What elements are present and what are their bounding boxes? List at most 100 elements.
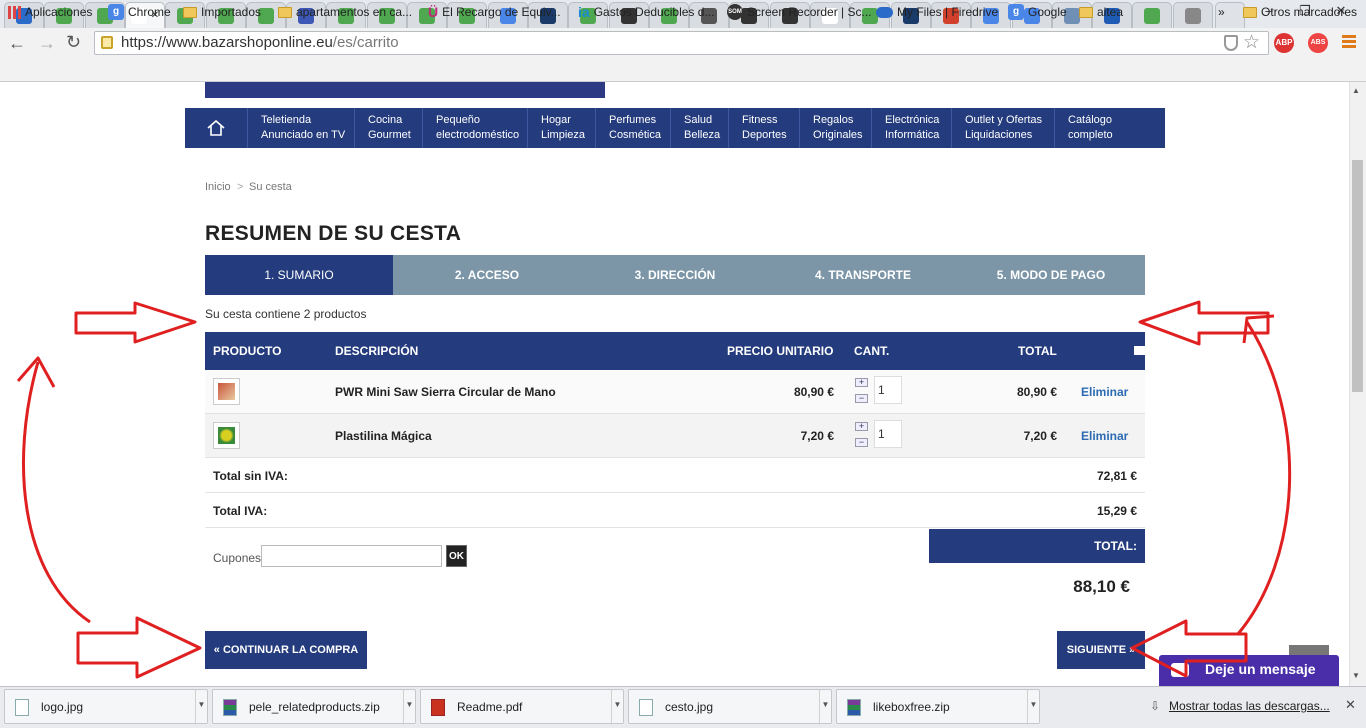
download-item[interactable]: logo.jpg ▼ <box>4 689 208 724</box>
download-item[interactable]: pele_relatedproducts.zip ▼ <box>212 689 416 724</box>
nav-item-line2: Cosmética <box>609 129 661 141</box>
browser-tab[interactable] <box>1172 2 1213 28</box>
nav-item[interactable]: Hogar Limpieza <box>527 108 595 148</box>
qty-decrease-button[interactable]: − <box>855 438 868 447</box>
coupon-label: Cupones <box>213 551 262 565</box>
nav-item[interactable]: Fitness Deportes <box>728 108 799 148</box>
nav-item[interactable]: Salud Belleza <box>670 108 728 148</box>
bookmark-google[interactable]: g Google <box>1008 4 1067 20</box>
folder-icon <box>1243 6 1257 18</box>
unit-price: 80,90 € <box>793 385 834 399</box>
step-transporte[interactable]: 4. TRANSPORTE <box>769 255 957 295</box>
product-thumbnail[interactable] <box>213 378 240 405</box>
remove-link[interactable]: Eliminar <box>1081 385 1128 399</box>
home-icon[interactable] <box>185 108 247 148</box>
nav-item[interactable]: Catálogo completo <box>1054 108 1165 148</box>
nav-item[interactable]: Teletienda Anunciado en TV <box>247 108 354 148</box>
unit-price: 7,20 € <box>800 429 834 443</box>
download-item[interactable]: Readme.pdf ▼ <box>420 689 624 724</box>
breadcrumb-separator: > <box>237 181 244 193</box>
total-label: TOTAL: <box>929 529 1145 563</box>
star-icon[interactable]: ☆ <box>1243 31 1260 54</box>
bookmark-label: Gastos Deducibles d... <box>593 5 715 19</box>
product-description[interactable]: Plastilina Mágica <box>335 429 432 443</box>
remove-link[interactable]: Eliminar <box>1081 429 1128 443</box>
bookmark-chrome[interactable]: g Chrome <box>108 4 171 20</box>
back-icon[interactable]: ← <box>8 33 26 54</box>
scroll-up-arrow-icon[interactable]: ▲ <box>1352 86 1360 95</box>
bookmarks-overflow-button[interactable]: » <box>1218 4 1225 20</box>
chevron-down-icon[interactable]: ▼ <box>611 690 623 723</box>
chevron-down-icon[interactable]: ▼ <box>819 690 831 723</box>
download-filename: Readme.pdf <box>457 700 523 714</box>
lock-icon <box>101 36 113 49</box>
download-filename: cesto.jpg <box>665 700 714 714</box>
address-bar[interactable]: https://www.bazarshoponline.eu/es/carrit… <box>94 31 1269 55</box>
site-logo-banner[interactable] <box>205 82 605 98</box>
chat-widget[interactable]: Deje un mensaje <box>1159 655 1339 686</box>
qty-increase-button[interactable]: + <box>855 378 868 387</box>
forward-icon[interactable]: → <box>38 33 56 54</box>
nav-item-line1: Electrónica <box>885 114 940 126</box>
breadcrumb-home[interactable]: Inicio <box>205 181 231 193</box>
scroll-down-arrow-icon[interactable]: ▼ <box>1352 671 1360 680</box>
reload-icon[interactable]: ↻ <box>66 32 81 53</box>
download-item[interactable]: likeboxfree.zip ▼ <box>836 689 1040 724</box>
image-file-icon <box>15 699 29 716</box>
close-downloads-icon[interactable]: ✕ <box>1345 697 1356 713</box>
step-direccion[interactable]: 3. DIRECCIÓN <box>581 255 769 295</box>
cloud-icon <box>876 6 893 18</box>
qty-increase-button[interactable]: + <box>855 422 868 431</box>
quantity-input[interactable]: 1 <box>874 420 902 448</box>
bookmark-importados[interactable]: Importados <box>183 4 261 20</box>
bookmark-apps[interactable]: Aplicaciones <box>8 4 92 20</box>
image-file-icon <box>639 699 653 716</box>
chevron-down-icon[interactable]: ▼ <box>403 690 415 723</box>
next-button[interactable]: SIGUIENTE » <box>1057 631 1145 669</box>
abs-extension-icon[interactable]: ABS <box>1308 33 1328 53</box>
nav-item[interactable]: Cocina Gourmet <box>354 108 422 148</box>
bookmark-gastos[interactable]: ia Gastos Deducibles d... <box>578 4 714 20</box>
scrollbar-thumb[interactable] <box>1352 160 1363 392</box>
step-modo-pago[interactable]: 5. MODO DE PAGO <box>957 255 1145 295</box>
nav-item-line1: Outlet y Ofertas <box>965 114 1043 126</box>
curved-arrow-icon <box>1236 321 1292 635</box>
nav-item[interactable]: Perfumes Cosmética <box>595 108 670 148</box>
folder-icon <box>1079 6 1093 18</box>
nav-item[interactable]: Regalos Originales <box>799 108 871 148</box>
bookmark-apartamentos[interactable]: apartamentos en ca... <box>278 4 412 20</box>
shield-icon[interactable] <box>1224 35 1238 51</box>
chevron-down-icon[interactable]: ▼ <box>195 690 207 723</box>
step-sumario[interactable]: 1. SUMARIO <box>205 255 393 295</box>
nav-item[interactable]: Electrónica Informática <box>871 108 951 148</box>
u-logo-icon: Ü <box>428 4 439 20</box>
nav-item-line1: Salud <box>684 114 713 126</box>
bookmark-screen-recorder[interactable]: SOM Screen Recorder | Sc... <box>727 4 872 20</box>
nav-item[interactable]: Pequeño electrodoméstico <box>422 108 527 148</box>
nav-item[interactable]: Outlet y Ofertas Liquidaciones <box>951 108 1054 148</box>
adblock-icon[interactable]: ABP <box>1274 33 1294 53</box>
quantity-input[interactable]: 1 <box>874 376 902 404</box>
product-thumbnail[interactable] <box>213 422 240 449</box>
browser-tab[interactable] <box>1132 2 1173 28</box>
continue-shopping-button[interactable]: « CONTINUAR LA COMPRA <box>205 631 367 669</box>
bookmark-other[interactable]: Otros marcadores <box>1243 4 1357 20</box>
apps-grid-icon <box>8 5 21 19</box>
url-prefix: https://www.bazarshoponline.eu <box>121 34 333 51</box>
bookmark-altea[interactable]: altea <box>1079 4 1123 20</box>
show-all-downloads-link[interactable]: Mostrar todas las descargas... <box>1169 699 1330 713</box>
product-description[interactable]: PWR Mini Saw Sierra Circular de Mano <box>335 385 556 399</box>
coupon-ok-button[interactable]: OK <box>446 545 467 567</box>
nav-item-line2: electrodoméstico <box>436 129 520 141</box>
archive-icon <box>223 699 237 716</box>
subtotal-row: Total sin IVA: 72,81 € <box>205 458 1145 493</box>
google-icon: g <box>108 4 124 20</box>
menu-icon[interactable] <box>1342 35 1356 49</box>
bookmark-firedrive[interactable]: My Files | Firedrive <box>876 4 998 20</box>
download-item[interactable]: cesto.jpg ▼ <box>628 689 832 724</box>
bookmark-recargo[interactable]: Ü El Recargo de Equiv... <box>428 4 561 20</box>
step-acceso[interactable]: 2. ACCESO <box>393 255 581 295</box>
chevron-down-icon[interactable]: ▼ <box>1027 690 1039 723</box>
coupon-input[interactable] <box>261 545 442 567</box>
qty-decrease-button[interactable]: − <box>855 394 868 403</box>
